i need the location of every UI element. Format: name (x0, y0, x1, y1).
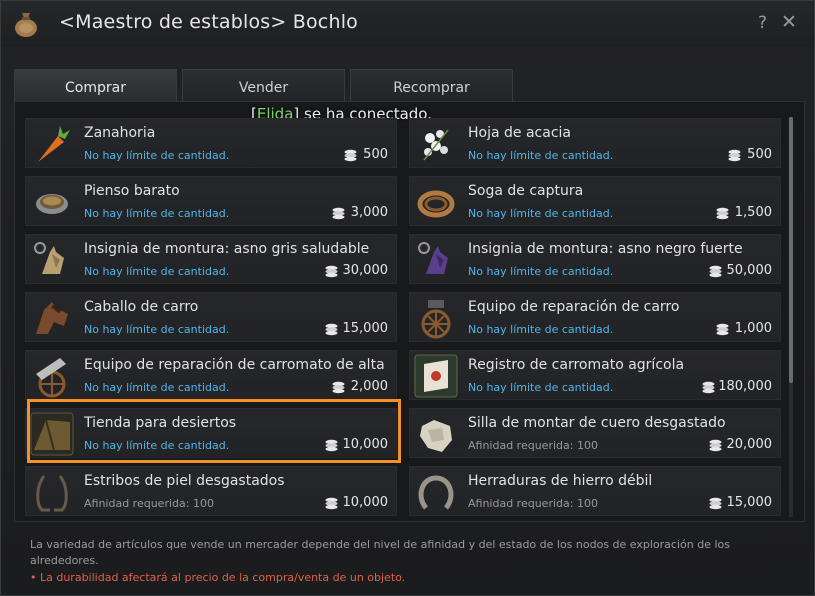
item-row[interactable]: Soga de captura No hay límite de cantida… (409, 176, 781, 226)
item-name: Silla de montar de cuero desgastado (468, 415, 726, 431)
item-row[interactable]: Silla de montar de cuero desgastado Afin… (409, 408, 781, 458)
item-row[interactable]: Zanahoria No hay límite de cantidad. 500 (25, 118, 397, 168)
donkey-black-badge-icon (418, 242, 448, 274)
item-price: 500 (747, 147, 772, 162)
stable-master-window: <Maestro de establos> Bochlo ? ✕ Comprar… (0, 0, 815, 596)
item-row[interactable]: Insignia de montura: asno negro fuerte N… (409, 234, 781, 284)
item-price: 30,000 (342, 263, 389, 278)
item-affinity-note: Afinidad requerida: 100 (468, 497, 598, 510)
silver-coin-icon (728, 149, 741, 162)
wagon-registration-icon (414, 354, 458, 398)
silver-coin-icon (709, 497, 722, 510)
window-title: <Maestro de establos> Bochlo (59, 11, 358, 33)
scrollbar[interactable] (789, 117, 793, 517)
item-row[interactable]: Herraduras de hierro débil Afinidad requ… (409, 466, 781, 516)
item-price: 2,000 (350, 379, 388, 394)
footer-info: La variedad de artículos que vende un me… (30, 538, 730, 567)
item-quantity-note: No hay límite de cantidad. (468, 323, 614, 336)
item-name: Registro de carromato agrícola (468, 357, 685, 373)
item-name: Hoja de acacia (468, 125, 571, 141)
saddle-icon (420, 420, 452, 452)
footer-warning: • La durabilidad afectará al precio de l… (30, 571, 406, 584)
item-name: Pienso barato (84, 183, 180, 199)
item-price: 1,500 (734, 205, 772, 220)
feed-bowl-icon (36, 194, 68, 214)
item-row[interactable]: Equipo de reparación de carromato de alt… (25, 350, 397, 400)
silver-coin-icon (716, 323, 729, 336)
horseshoe-icon (418, 475, 454, 510)
item-price: 180,000 (718, 379, 772, 394)
item-quantity-note: No hay límite de cantidad. (468, 265, 614, 278)
item-quantity-note: No hay límite de cantidad. (468, 381, 614, 394)
tab-recomprar[interactable]: Recomprar (350, 69, 513, 101)
scrollbar-thumb[interactable] (789, 117, 793, 383)
tab-vender[interactable]: Vender (182, 69, 345, 101)
donkey-gray-badge-icon (34, 242, 64, 274)
carrot-icon (38, 126, 70, 162)
item-quantity-note: No hay límite de cantidad. (84, 149, 230, 162)
silver-coin-icon (325, 265, 338, 278)
stirrups-icon (36, 475, 68, 512)
item-row[interactable]: Equipo de reparación de carro No hay lím… (409, 292, 781, 342)
item-price: 15,000 (342, 321, 389, 336)
silver-coin-icon (716, 207, 729, 220)
rope-icon (417, 190, 455, 218)
item-price: 1,000 (734, 321, 772, 336)
silver-coin-icon (332, 207, 345, 220)
item-quantity-note: No hay límite de cantidad. (84, 381, 230, 394)
silver-coin-icon (709, 439, 722, 452)
silver-coin-icon (325, 323, 338, 336)
item-row[interactable]: Caballo de carro No hay límite de cantid… (25, 292, 397, 342)
silver-coin-icon (709, 265, 722, 278)
silver-coin-icon (325, 497, 338, 510)
item-name: Soga de captura (468, 183, 584, 199)
item-name: Caballo de carro (84, 299, 199, 315)
item-row[interactable]: Estribos de piel desgastados Afinidad re… (25, 466, 397, 516)
item-affinity-note: Afinidad requerida: 100 (84, 497, 214, 510)
title-bar[interactable]: <Maestro de establos> Bochlo ? ✕ (1, 1, 814, 47)
selected-item-highlight (27, 399, 401, 463)
cart-repair-kit-icon (421, 300, 451, 339)
item-price: 3,000 (350, 205, 388, 220)
item-row[interactable]: Pienso barato No hay límite de cantidad.… (25, 176, 397, 226)
close-icon[interactable]: ✕ (781, 11, 797, 33)
item-affinity-note: Afinidad requerida: 100 (468, 439, 598, 452)
cart-horse-icon (36, 302, 68, 334)
item-name: Equipo de reparación de carro (468, 299, 680, 315)
item-price: 15,000 (726, 495, 773, 510)
money-bag-icon (15, 13, 37, 37)
item-name: Zanahoria (84, 125, 156, 141)
item-quantity-note: No hay límite de cantidad. (84, 265, 230, 278)
silver-coin-icon (332, 381, 345, 394)
item-row[interactable]: Registro de carromato agrícola No hay lí… (409, 350, 781, 400)
item-name: Estribos de piel desgastados (84, 473, 285, 489)
item-name: Equipo de reparación de carromato de alt… (84, 357, 384, 373)
silver-coin-icon (702, 381, 715, 394)
item-price: 500 (363, 147, 388, 162)
item-quantity-note: No hay límite de cantidad. (84, 323, 230, 336)
tab-comprar[interactable]: Comprar (14, 69, 177, 101)
acacia-leaf-icon (423, 129, 449, 161)
silver-coin-icon (344, 149, 357, 162)
item-quantity-note: No hay límite de cantidad. (84, 207, 230, 220)
item-price: 10,000 (342, 495, 389, 510)
wagon-repair-kit-icon (36, 358, 66, 398)
item-quantity-note: No hay límite de cantidad. (468, 149, 614, 162)
item-name: Herraduras de hierro débil (468, 473, 653, 489)
item-row[interactable]: Insignia de montura: asno gris saludable… (25, 234, 397, 284)
item-name: Insignia de montura: asno negro fuerte (468, 241, 743, 257)
item-quantity-note: No hay límite de cantidad. (468, 207, 614, 220)
item-name: Insignia de montura: asno gris saludable (84, 241, 370, 257)
item-row[interactable]: Hoja de acacia No hay límite de cantidad… (409, 118, 781, 168)
item-price: 20,000 (726, 437, 773, 452)
help-icon[interactable]: ? (758, 13, 767, 33)
item-price: 50,000 (726, 263, 773, 278)
